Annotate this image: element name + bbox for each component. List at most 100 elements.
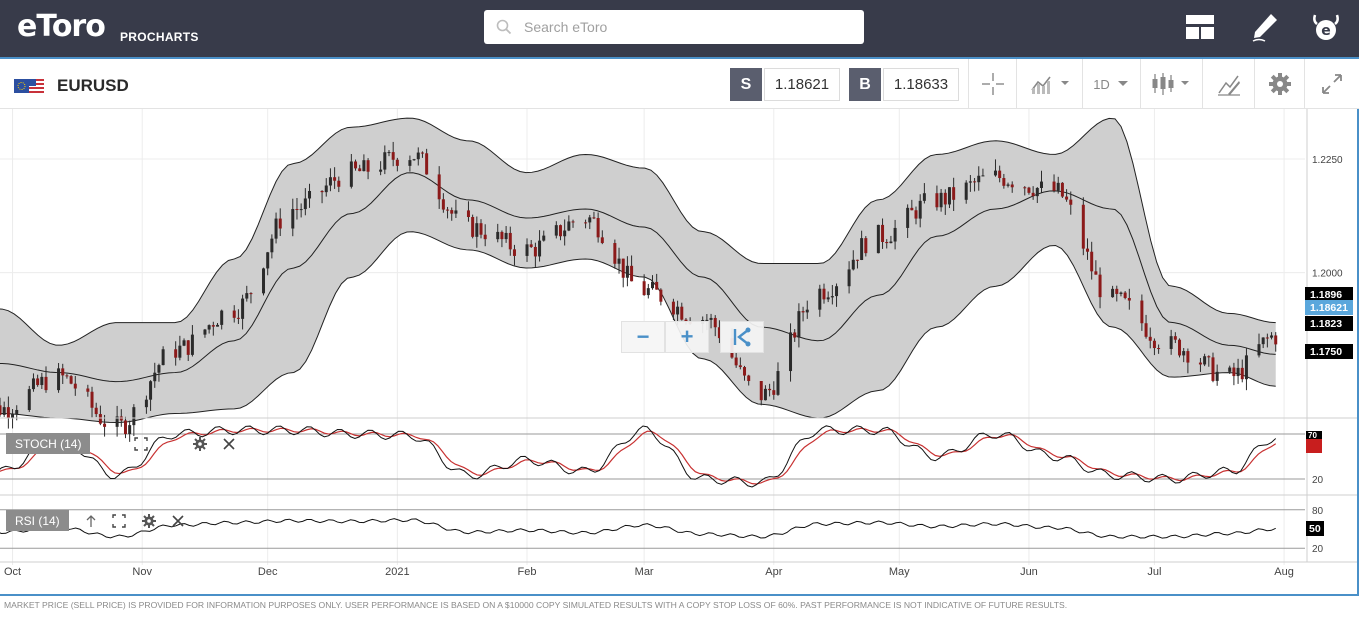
candle-body xyxy=(1257,344,1261,356)
candle-body xyxy=(1274,335,1278,345)
candle-body xyxy=(291,208,295,229)
time-axis-label: May xyxy=(889,566,910,578)
candle-body xyxy=(1173,336,1177,340)
candle-body xyxy=(65,375,69,377)
search-input[interactable] xyxy=(524,10,854,44)
layout-icon[interactable] xyxy=(1184,11,1216,43)
sell-label[interactable]: S xyxy=(730,68,762,101)
arrow-up-icon[interactable] xyxy=(84,514,98,528)
timeframe-dropdown[interactable]: 1D xyxy=(1082,59,1140,109)
candle-body xyxy=(90,391,94,408)
candle-body xyxy=(454,210,458,214)
maximize-icon[interactable] xyxy=(134,437,148,451)
candle-body xyxy=(128,425,132,435)
search-box[interactable] xyxy=(484,10,864,44)
candle-body xyxy=(36,378,40,386)
candle-body xyxy=(596,218,600,238)
crosshair-button[interactable] xyxy=(968,59,1016,109)
candle-body xyxy=(1198,362,1202,365)
stoch-indicator-label[interactable]: STOCH (14) xyxy=(6,433,91,454)
timeframe-label: 1D xyxy=(1093,76,1110,92)
candle-body xyxy=(918,200,922,219)
close-icon[interactable] xyxy=(222,437,236,451)
candle-body xyxy=(1240,367,1244,380)
price-tag-label: 1.1823 xyxy=(1310,318,1342,330)
search-icon xyxy=(496,19,512,35)
candle-body xyxy=(144,399,148,408)
candle-body xyxy=(743,367,747,376)
candle-body xyxy=(98,414,102,424)
candle-body xyxy=(943,192,947,205)
candle-body xyxy=(483,234,487,240)
candle-body xyxy=(174,349,178,358)
scroll-to-latest-button[interactable] xyxy=(720,321,764,353)
candle-body xyxy=(496,231,500,240)
fullscreen-icon xyxy=(1322,74,1342,94)
edit-pencil-icon[interactable] xyxy=(1249,11,1281,43)
time-axis-label: Feb xyxy=(518,566,537,578)
candle-body xyxy=(818,288,822,310)
candle-body xyxy=(835,286,839,297)
candle-body xyxy=(947,187,951,205)
candle-body xyxy=(1178,339,1182,356)
candle-body xyxy=(387,152,391,154)
sell-price[interactable]: 1.18621 xyxy=(764,68,840,101)
price-tag-label: 1.18621 xyxy=(1310,302,1348,314)
candle-body xyxy=(625,265,629,278)
candle-body xyxy=(358,168,362,172)
candle-body xyxy=(1228,367,1232,372)
candle-body xyxy=(241,298,245,319)
candle-body xyxy=(621,258,625,278)
candle-body xyxy=(533,246,537,257)
candle-body xyxy=(328,177,332,186)
etoro-user-icon[interactable]: e xyxy=(1310,11,1342,43)
candle-body xyxy=(0,405,2,415)
candle-body xyxy=(655,281,659,290)
rsi-indicator-label[interactable]: RSI (14) xyxy=(6,510,69,531)
chart-type-button[interactable] xyxy=(1016,59,1082,109)
drawing-tools-button[interactable] xyxy=(1202,59,1254,109)
candle-body xyxy=(31,378,35,390)
candle-body xyxy=(450,210,454,214)
candle-body xyxy=(1111,288,1115,298)
candle-body xyxy=(362,160,366,172)
buy-price[interactable]: 1.18633 xyxy=(883,68,959,101)
candle-body xyxy=(1140,300,1144,324)
maximize-icon[interactable] xyxy=(112,514,126,528)
time-axis-label: Jul xyxy=(1147,566,1161,578)
candle-body xyxy=(776,371,780,395)
settings-gear-icon[interactable] xyxy=(142,514,156,528)
stoch-signal-line xyxy=(0,427,1277,485)
settings-button[interactable] xyxy=(1254,59,1304,109)
close-icon[interactable] xyxy=(171,514,185,528)
settings-gear-icon[interactable] xyxy=(193,437,207,451)
candle-body xyxy=(475,223,479,237)
candles-type-button[interactable] xyxy=(1140,59,1202,109)
candle-body xyxy=(525,244,529,256)
candle-body xyxy=(236,317,240,319)
chart-area[interactable]: Oct Nov Dec 2021 Feb Mar Apr May Jun Jul Aug 1.2250… xyxy=(0,109,1359,594)
zoom-out-button[interactable]: − xyxy=(621,321,665,353)
candle-body xyxy=(40,376,44,386)
stoch-level-label: 20 xyxy=(1312,475,1324,486)
time-axis-label: Nov xyxy=(132,566,152,578)
candle-body xyxy=(354,161,358,169)
candle-body xyxy=(6,407,10,418)
etoro-logo[interactable]: eToro xyxy=(17,9,106,44)
zoom-in-button[interactable]: + xyxy=(665,321,709,353)
candle-body xyxy=(333,177,337,181)
candle-body xyxy=(190,334,194,355)
price-axis-tick: 1.2250 xyxy=(1312,155,1343,166)
candle-body xyxy=(1081,204,1085,249)
fullscreen-button[interactable] xyxy=(1304,59,1359,109)
candle-body xyxy=(308,190,312,199)
candle-body xyxy=(1010,184,1014,188)
top-navigation-bar: eToro PROCHARTS e xyxy=(0,0,1359,57)
candle-body xyxy=(973,181,977,183)
buy-label[interactable]: B xyxy=(849,68,881,101)
candle-body xyxy=(952,187,956,200)
candle-body xyxy=(567,221,571,231)
candle-body xyxy=(249,293,253,295)
candle-body xyxy=(391,152,395,160)
candle-body xyxy=(1152,340,1156,349)
